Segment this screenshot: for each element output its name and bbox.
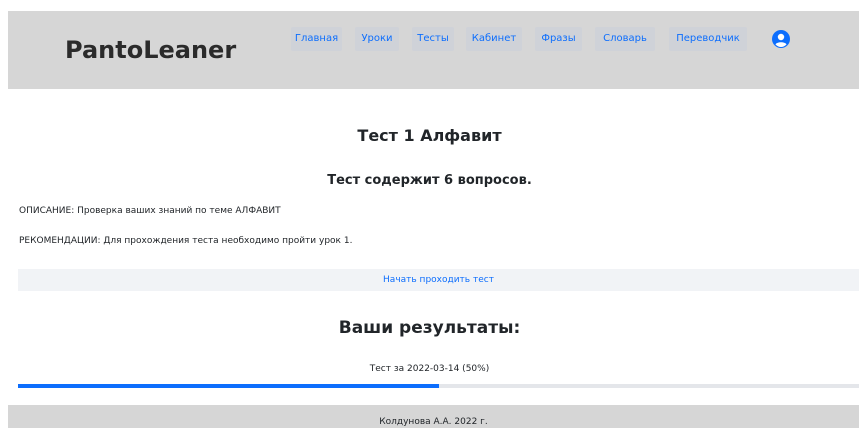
results-heading: Ваши результаты: bbox=[338, 318, 521, 338]
result-progress-bar bbox=[18, 384, 859, 388]
nav-item-translator[interactable]: Переводчик bbox=[669, 27, 747, 51]
result-progress-fill bbox=[18, 384, 439, 388]
nav-item-dictionary[interactable]: Словарь bbox=[595, 27, 655, 51]
question-count: Тест содержит 6 вопросов. bbox=[327, 173, 532, 188]
user-icon[interactable] bbox=[772, 30, 790, 48]
nav-item-phrases[interactable]: Фразы bbox=[535, 27, 582, 51]
test-recommendation: РЕКОМЕНДАЦИИ: Для прохождения теста необ… bbox=[19, 236, 353, 246]
nav-item-cabinet[interactable]: Кабинет bbox=[466, 27, 522, 51]
site-footer: Колдунова А.А. 2022 г. bbox=[8, 405, 859, 428]
result-entry: Тест за 2022-03-14 (50%) bbox=[369, 364, 490, 374]
footer-copyright: Колдунова А.А. 2022 г. bbox=[379, 417, 488, 427]
nav-item-tests[interactable]: Тесты bbox=[412, 27, 454, 51]
page-title: Тест 1 Алфавит bbox=[357, 126, 502, 145]
brand-logo[interactable]: PantoLeaner bbox=[65, 35, 236, 65]
nav-item-lessons[interactable]: Уроки bbox=[355, 27, 399, 51]
start-test-button[interactable]: Начать проходить тест bbox=[18, 269, 859, 291]
test-description: ОПИСАНИЕ: Проверка ваших знаний по теме … bbox=[19, 206, 281, 216]
nav-item-home[interactable]: Главная bbox=[291, 27, 342, 51]
